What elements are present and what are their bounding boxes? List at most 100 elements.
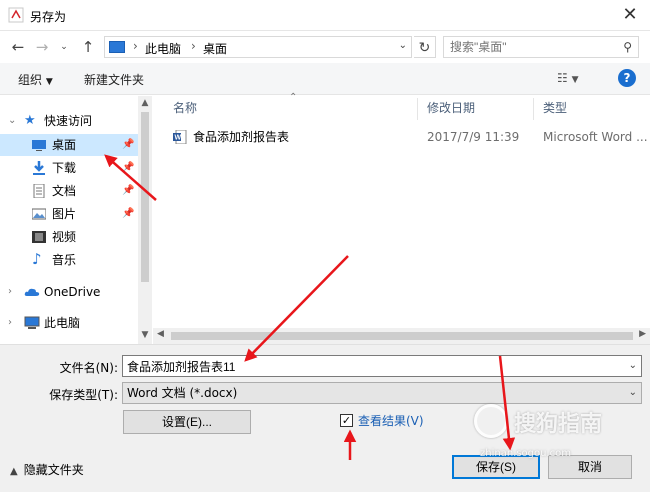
filelist-horizontal-scrollbar[interactable]: ◀ ▶ xyxy=(153,328,650,344)
arrow-right-icon: → xyxy=(35,38,49,56)
help-button[interactable]: ? xyxy=(618,69,636,87)
chevron-down-icon: ⌄ xyxy=(628,387,637,398)
file-date: 2017/7/9 11:39 xyxy=(427,130,520,144)
sidebar-scrollbar[interactable]: ▲ ▼ xyxy=(138,96,152,344)
refresh-button[interactable]: ↻ xyxy=(414,36,436,58)
close-icon: ✕ xyxy=(622,4,638,25)
filename-input[interactable] xyxy=(123,356,613,376)
sidebar-item-label: 桌面 xyxy=(52,138,77,152)
chevron-right-icon: › xyxy=(8,286,12,297)
organize-label: 组织 xyxy=(18,73,43,87)
sidebar-item-label: 视频 xyxy=(52,230,77,244)
download-icon xyxy=(33,161,45,175)
scroll-right-icon[interactable]: ▶ xyxy=(639,329,646,339)
new-folder-button[interactable]: 新建文件夹 xyxy=(84,71,144,88)
navigation-bar: ← → ⌄ ↑ › 此电脑 › 桌面 ⌄ ↻ ⚲ xyxy=(0,31,650,63)
column-divider[interactable] xyxy=(533,98,534,120)
sidebar-item-desktop[interactable]: 桌面 📌 xyxy=(0,134,138,156)
computer-icon xyxy=(109,41,125,53)
column-header-name[interactable]: 名称 xyxy=(173,96,197,120)
view-options-button[interactable]: ☷ ▼ xyxy=(557,71,579,85)
recent-locations-button[interactable]: ⌄ xyxy=(54,37,74,57)
sidebar-item-documents[interactable]: 文档 📌 xyxy=(0,180,138,202)
sidebar-item-label: 下载 xyxy=(52,161,77,175)
file-type: Microsoft Word ... xyxy=(543,130,648,144)
view-result-label[interactable]: 查看结果(V) xyxy=(358,412,424,429)
star-icon: ★ xyxy=(24,113,36,128)
breadcrumb-desktop[interactable]: 桌面 xyxy=(203,40,227,57)
column-divider[interactable] xyxy=(417,98,418,120)
details-view-icon: ☷ xyxy=(557,71,568,85)
pdf-save-icon xyxy=(8,7,24,23)
pin-icon: 📌 xyxy=(122,162,135,173)
caret-down-icon: ▼ xyxy=(45,77,53,87)
sidebar-onedrive[interactable]: › OneDrive xyxy=(0,281,140,303)
sort-ascending-icon: ⌃ xyxy=(289,92,298,103)
save-options-panel: 文件名(N): ⌄ 保存类型(T): Word 文档 (*.docx) ⌄ 设置… xyxy=(0,344,650,492)
column-header-type[interactable]: 类型 xyxy=(543,96,567,120)
scroll-down-icon[interactable]: ▼ xyxy=(138,330,152,340)
chevron-up-icon: ▲ xyxy=(10,466,18,477)
file-row[interactable]: W 食品添加剂报告表 2017/7/9 11:39 Microsoft Word… xyxy=(165,126,648,148)
chevron-right-icon: › xyxy=(191,39,196,53)
refresh-icon: ↻ xyxy=(418,40,431,56)
music-icon: ♪ xyxy=(32,250,42,268)
chevron-down-icon: ⌄ xyxy=(8,115,17,126)
scroll-up-icon[interactable]: ▲ xyxy=(138,98,152,108)
sidebar-item-pictures[interactable]: 图片 📌 xyxy=(0,203,138,225)
word-document-icon: W xyxy=(173,130,187,144)
checkmark-icon: ✓ xyxy=(341,414,352,427)
forward-button[interactable]: → xyxy=(32,37,52,57)
cloud-icon xyxy=(24,288,40,296)
hide-folders-toggle[interactable]: ▲ 隐藏文件夹 xyxy=(10,461,84,478)
sidebar-item-music[interactable]: ♪ 音乐 xyxy=(0,249,138,271)
svg-text:W: W xyxy=(175,135,182,142)
scrollbar-thumb[interactable] xyxy=(141,112,149,282)
sidebar-this-pc[interactable]: › 此电脑 xyxy=(0,312,140,334)
caret-down-icon: ▼ xyxy=(571,75,579,85)
chevron-right-icon: › xyxy=(8,317,12,328)
save-button[interactable]: 保存(S) xyxy=(452,455,540,479)
document-icon xyxy=(33,184,45,198)
sidebar-item-label: 图片 xyxy=(52,207,77,221)
search-input[interactable] xyxy=(444,37,614,57)
window-title: 另存为 xyxy=(30,10,67,24)
chevron-right-icon: › xyxy=(133,39,138,53)
file-name: 食品添加剂报告表 xyxy=(193,130,290,144)
address-bar[interactable]: › 此电脑 › 桌面 ⌄ xyxy=(104,36,412,58)
sidebar-quick-access[interactable]: ⌄ ★ 快速访问 xyxy=(0,110,140,132)
pin-icon: 📌 xyxy=(122,208,135,219)
arrow-up-icon: ↑ xyxy=(81,38,95,56)
back-button[interactable]: ← xyxy=(8,37,28,57)
arrow-left-icon: ← xyxy=(11,38,25,56)
picture-icon xyxy=(32,208,46,220)
filename-field[interactable]: ⌄ xyxy=(122,355,642,377)
close-button[interactable]: ✕ xyxy=(618,4,642,26)
breadcrumb-this-pc[interactable]: 此电脑 xyxy=(145,40,181,57)
sidebar-item-downloads[interactable]: 下载 📌 xyxy=(0,157,138,179)
video-icon xyxy=(32,231,46,243)
organize-button[interactable]: 组织 ▼ xyxy=(18,71,53,88)
view-result-checkbox[interactable]: ✓ xyxy=(340,414,353,427)
chevron-down-icon[interactable]: ⌄ xyxy=(629,360,637,371)
sidebar-item-label: 音乐 xyxy=(52,253,77,267)
settings-button[interactable]: 设置(E)... xyxy=(123,410,251,434)
column-header-date[interactable]: 修改日期 xyxy=(427,96,475,120)
savetype-label: 保存类型(T): xyxy=(49,388,118,402)
help-icon: ? xyxy=(623,71,631,85)
scroll-left-icon[interactable]: ◀ xyxy=(157,329,164,339)
search-icon: ⚲ xyxy=(623,40,632,54)
up-button[interactable]: ↑ xyxy=(78,37,98,57)
scrollbar-thumb[interactable] xyxy=(171,332,633,340)
cancel-button[interactable]: 取消 xyxy=(548,455,632,479)
savetype-select[interactable]: Word 文档 (*.docx) ⌄ xyxy=(122,382,642,404)
sidebar-item-videos[interactable]: 视频 xyxy=(0,226,138,248)
search-box[interactable]: ⚲ xyxy=(443,36,639,58)
command-toolbar: 组织 ▼ 新建文件夹 ☷ ▼ ? xyxy=(0,63,650,95)
sidebar-item-label: 文档 xyxy=(52,184,77,198)
sidebar-onedrive-label: OneDrive xyxy=(44,285,101,299)
title-bar: 另存为 ✕ xyxy=(0,0,650,31)
hide-folders-label: 隐藏文件夹 xyxy=(23,463,84,477)
navigation-pane: ⌄ ★ 快速访问 桌面 📌 下载 📌 文档 📌 图片 📌 视频 ♪ 音乐 › O… xyxy=(0,96,152,344)
address-dropdown-icon[interactable]: ⌄ xyxy=(399,40,407,51)
